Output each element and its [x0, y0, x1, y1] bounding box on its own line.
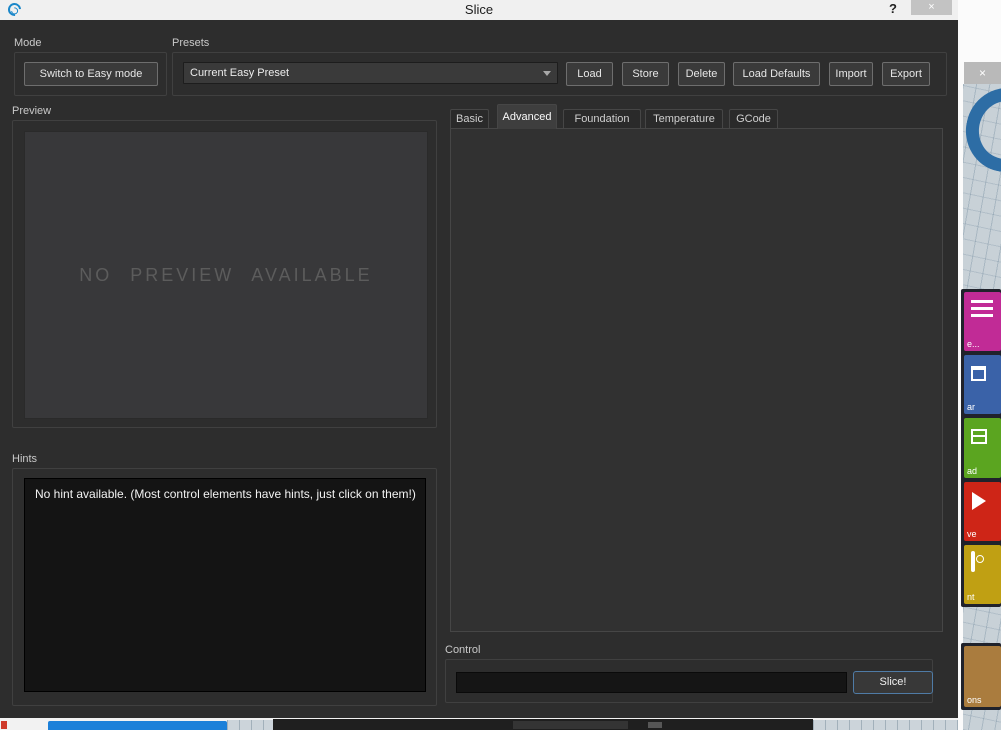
switch-easy-mode-button[interactable]: Switch to Easy mode	[24, 62, 158, 86]
control-group-title: Control	[445, 644, 480, 656]
load-preset-button[interactable]: Load	[566, 62, 613, 86]
background-window-right: × e... ar ad ve nt	[958, 0, 1001, 730]
tab-foundation[interactable]: Foundation	[563, 109, 641, 129]
close-button[interactable]: ×	[911, 0, 952, 15]
preview-group-title: Preview	[12, 105, 51, 117]
load-defaults-button[interactable]: Load Defaults	[733, 62, 820, 86]
tab-basic[interactable]: Basic	[450, 109, 489, 129]
presets-group-title: Presets	[172, 37, 209, 49]
delete-preset-button[interactable]: Delete	[678, 62, 725, 86]
dialog-title: Slice	[0, 2, 958, 17]
slice-layers-icon	[971, 300, 993, 319]
preset-select-value: Current Easy Preset	[190, 67, 289, 79]
print-tool-button[interactable]: nt	[964, 545, 1001, 604]
advanced-tab-pane	[450, 128, 943, 632]
background-toolbar: e... ar ad ve nt	[961, 289, 1001, 607]
bottom-panel-button-small[interactable]	[648, 722, 662, 728]
mode-group-title: Mode	[14, 37, 42, 49]
help-button[interactable]: ?	[889, 1, 897, 16]
clear-tool-button[interactable]: ar	[964, 355, 1001, 414]
export-preset-button[interactable]: Export	[882, 62, 930, 86]
hints-area: No hint available. (Most control element…	[24, 478, 426, 692]
trash-icon	[971, 366, 986, 381]
chevron-down-icon	[543, 71, 551, 76]
hint-text: No hint available. (Most control element…	[35, 487, 416, 501]
hints-group-title: Hints	[12, 453, 37, 465]
background-window-bottom	[0, 718, 958, 730]
print-tool-label: nt	[967, 592, 975, 602]
screen: × e... ar ad ve nt	[0, 0, 1001, 730]
tab-temperature[interactable]: Temperature	[645, 109, 723, 129]
bottom-dark-panel	[273, 719, 813, 730]
slice-progress-bar	[456, 672, 847, 693]
bottom-panel-button[interactable]	[513, 721, 628, 729]
save-tool-button[interactable]: ve	[964, 482, 1001, 541]
bottom-app-icon	[1, 721, 7, 729]
tab-advanced[interactable]: Advanced	[497, 104, 557, 129]
slice-dialog: Slice ? × Mode Switch to Easy mode Prese…	[0, 0, 958, 718]
options-tool-button[interactable]: ons	[964, 646, 1001, 707]
no-preview-text: NO PREVIEW AVAILABLE	[79, 265, 372, 286]
load-box-icon	[971, 429, 987, 444]
slice-tool-label: e...	[967, 339, 980, 349]
play-icon	[972, 492, 986, 510]
background-toolbar-options: ons	[961, 643, 1001, 710]
options-tool-label: ons	[967, 695, 982, 705]
bottom-viewport-sliver	[227, 720, 273, 730]
import-preset-button[interactable]: Import	[829, 62, 873, 86]
preview-area: NO PREVIEW AVAILABLE	[24, 131, 428, 419]
bottom-blue-button[interactable]	[48, 721, 227, 730]
save-tool-label: ve	[967, 529, 977, 539]
clear-tool-label: ar	[967, 402, 975, 412]
dialog-titlebar[interactable]: Slice ? ×	[0, 0, 958, 20]
load-tool-button[interactable]: ad	[964, 418, 1001, 477]
tab-gcode[interactable]: GCode	[729, 109, 778, 129]
preset-select[interactable]: Current Easy Preset	[183, 62, 558, 84]
store-preset-button[interactable]: Store	[622, 62, 669, 86]
slice-tool-button[interactable]: e...	[964, 292, 1001, 351]
load-tool-label: ad	[967, 466, 977, 476]
bottom-viewport-sliver-right	[813, 720, 958, 730]
background-close-button[interactable]: ×	[964, 62, 1001, 84]
craftware-logo-watermark-icon	[963, 84, 1001, 179]
slice-button[interactable]: Slice!	[853, 671, 933, 694]
print-icon	[971, 551, 975, 572]
